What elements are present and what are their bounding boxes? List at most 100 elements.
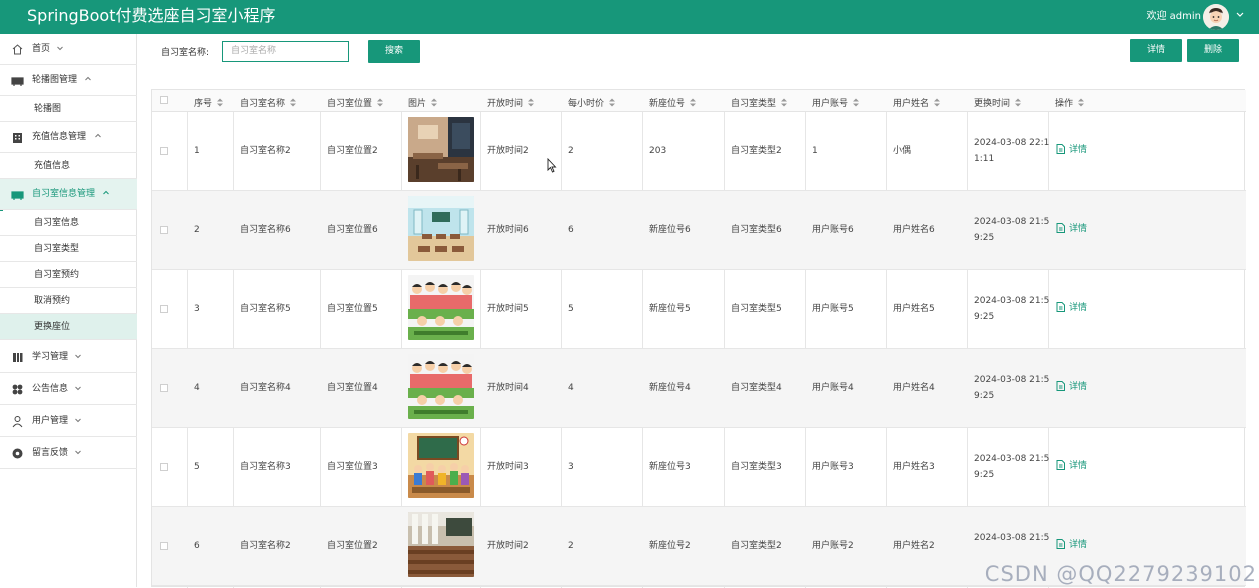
room-thumbnail[interactable] [408, 117, 474, 182]
sidebar-subitem-carousel[interactable]: 轮播图 [0, 96, 137, 122]
sidebar-subitem-change-seat[interactable]: 更换座位 [0, 314, 137, 340]
cell-seat: 新座位号3 [649, 459, 691, 475]
cell-seat: 新座位号6 [649, 222, 691, 238]
sort-icon[interactable] [689, 98, 697, 107]
cell-price: 5 [568, 301, 574, 317]
sort-icon[interactable] [933, 98, 941, 107]
sort-icon[interactable] [376, 98, 384, 107]
sort-icon[interactable] [852, 98, 860, 107]
sidebar-item-feedback[interactable]: 留言反馈 [0, 438, 137, 469]
select-all-checkbox[interactable] [160, 96, 168, 104]
sidebar-subitem-label: 更换座位 [34, 321, 70, 333]
room-thumbnail[interactable] [408, 196, 474, 261]
table-row[interactable]: 4自习室名称4自习室位置4开放时间44新座位号4自习室类型4用户账号4用户姓名4… [152, 349, 1246, 428]
row-checkbox[interactable] [160, 384, 168, 392]
column-header[interactable]: 自习室类型 [731, 96, 788, 109]
chevron-up-icon [84, 75, 92, 83]
sidebar-item-carousel[interactable]: 轮播图管理 [0, 65, 137, 96]
sort-icon[interactable] [527, 98, 535, 107]
carousel-icon [11, 74, 24, 87]
row-checkbox[interactable] [160, 147, 168, 155]
column-header[interactable]: 开放时间 [487, 96, 535, 109]
sidebar-item-recharge[interactable]: 充值信息管理 [0, 122, 137, 153]
column-header[interactable]: 自习室位置 [327, 96, 384, 109]
row-checkbox[interactable] [160, 226, 168, 234]
sidebar-subitem-reservation[interactable]: 自习室预约 [0, 262, 137, 288]
row-detail-link[interactable]: 详情 [1056, 302, 1087, 314]
sort-icon[interactable] [608, 98, 616, 107]
sidebar-item-label: 自习室信息管理 [32, 188, 95, 201]
sidebar-subitem-cancel[interactable]: 取消预约 [0, 288, 137, 314]
grid-icon [11, 383, 24, 396]
sidebar-subitem-recharge[interactable]: 充值信息 [0, 153, 137, 179]
sidebar-item-notice[interactable]: 公告信息 [0, 374, 137, 405]
cell-user: 用户姓名5 [893, 301, 935, 317]
cell-type: 自习室类型2 [731, 143, 782, 159]
row-checkbox[interactable] [160, 542, 168, 550]
row-detail-link[interactable]: 详情 [1056, 381, 1087, 393]
column-header[interactable]: 用户姓名 [893, 96, 941, 109]
column-header-label: 序号 [194, 99, 212, 109]
sort-icon[interactable] [216, 98, 224, 107]
avatar[interactable] [1203, 4, 1229, 30]
search-button[interactable]: 搜索 [368, 40, 420, 63]
column-header[interactable]: 每小时价 [568, 96, 616, 109]
column-header[interactable]: 图片 [408, 96, 438, 109]
row-detail-label: 详情 [1069, 224, 1087, 234]
cell-idx: 6 [194, 538, 200, 554]
sort-icon[interactable] [1077, 98, 1085, 107]
table-row[interactable]: 5自习室名称3自习室位置3开放时间33新座位号3自习室类型3用户账号3用户姓名3… [152, 428, 1246, 507]
room-thumbnail[interactable] [408, 433, 474, 498]
sidebar-item-users[interactable]: 用户管理 [0, 406, 137, 437]
cell-pos: 自习室位置6 [327, 222, 378, 238]
table-row[interactable]: 2自习室名称6自习室位置6开放时间66新座位号6自习室类型6用户账号6用户姓名6… [152, 191, 1246, 270]
column-header[interactable]: 自习室名称 [240, 96, 297, 109]
row-checkbox[interactable] [160, 463, 168, 471]
room-thumbnail[interactable] [408, 354, 474, 419]
carousel-icon [11, 188, 24, 201]
sort-icon[interactable] [289, 98, 297, 107]
sort-icon[interactable] [780, 98, 788, 107]
table-row[interactable]: 1自习室名称2自习室位置2开放时间22203自习室类型21小偶2024-03-0… [152, 112, 1246, 191]
cell-seat: 新座位号2 [649, 538, 691, 554]
row-detail-label: 详情 [1069, 145, 1087, 155]
table-row[interactable]: 3自习室名称5自习室位置5开放时间55新座位号5自习室类型5用户账号5用户姓名5… [152, 270, 1246, 349]
chevron-down-icon[interactable] [1234, 8, 1246, 20]
detail-button[interactable]: 详情 [1130, 39, 1182, 62]
column-header[interactable]: 操作 [1055, 96, 1085, 109]
row-detail-link[interactable]: 详情 [1056, 144, 1087, 156]
row-detail-link[interactable]: 详情 [1056, 223, 1087, 235]
column-header[interactable]: 新座位号 [649, 96, 697, 109]
sidebar-subitem-label: 充值信息 [34, 160, 70, 172]
column-header[interactable]: 序号 [194, 96, 224, 109]
cell-time: 2024-03-08 21:5 [974, 372, 1049, 388]
cell-time-cont: 9:25 [974, 467, 994, 483]
cell-time: 2024-03-08 21:5 [974, 214, 1049, 230]
room-thumbnail[interactable] [408, 512, 474, 577]
sidebar-item-label: 留言反馈 [32, 447, 68, 460]
sort-icon[interactable] [1014, 98, 1022, 107]
chevron-down-icon [74, 448, 82, 456]
cell-user: 用户姓名3 [893, 459, 935, 475]
column-header[interactable]: 更换时间 [974, 96, 1022, 109]
row-detail-label: 详情 [1069, 540, 1087, 550]
cell-seat: 203 [649, 143, 666, 159]
sidebar-item-home[interactable]: 首页 [0, 34, 137, 65]
sidebar-subitem-room-type[interactable]: 自习室类型 [0, 236, 137, 262]
room-thumbnail[interactable] [408, 275, 474, 340]
cell-type: 自习室类型2 [731, 538, 782, 554]
cell-user: 用户姓名2 [893, 538, 935, 554]
row-detail-link[interactable]: 详情 [1056, 539, 1087, 551]
sidebar-subitem-room-info[interactable]: 自习室信息 [0, 210, 137, 236]
sidebar-item-room-info[interactable]: 自习室信息管理 [0, 179, 137, 210]
row-detail-link[interactable]: 详情 [1056, 460, 1087, 472]
column-header[interactable]: 用户账号 [812, 96, 860, 109]
cell-open: 开放时间5 [487, 301, 529, 317]
sidebar-item-study[interactable]: 学习管理 [0, 342, 137, 373]
delete-button[interactable]: 删除 [1187, 39, 1239, 62]
cell-time-cont: 9:25 [974, 388, 994, 404]
row-checkbox[interactable] [160, 305, 168, 313]
sort-icon[interactable] [430, 98, 438, 107]
search-input[interactable]: 自习室名称 [222, 41, 349, 62]
cell-name: 自习室名称2 [240, 143, 291, 159]
